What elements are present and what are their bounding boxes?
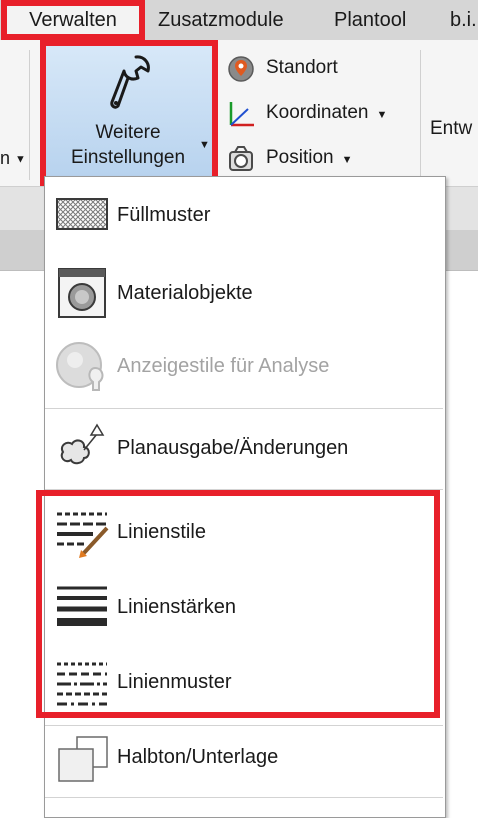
- line-weights-icon: [57, 586, 107, 626]
- weitere-einstellungen-button[interactable]: Weitere Einstellungen ▼: [40, 40, 218, 186]
- position-icon: [229, 146, 253, 171]
- partial-label: n: [0, 148, 11, 168]
- chevron-down-icon: ▼: [376, 109, 388, 121]
- location-icon: [228, 56, 254, 82]
- chevron-down-icon: ▼: [199, 139, 210, 151]
- fill-pattern-icon: [56, 198, 108, 230]
- button-label-line1: Weitere: [95, 122, 161, 143]
- menu-item-halbton-unterlage[interactable]: Halbton/Unterlage: [45, 721, 443, 793]
- halftone-underlay-icon: [58, 736, 108, 782]
- tab-verwalten[interactable]: Verwalten: [1, 0, 145, 40]
- menu-separator: [45, 797, 443, 798]
- menu-item-label: Linienstile: [117, 521, 206, 543]
- menu-item-label: Anzeigestile für Analyse: [117, 355, 330, 377]
- menu-item-label: Halbton/Unterlage: [117, 746, 279, 768]
- menu-item-label: Linienmuster: [117, 671, 232, 693]
- menu-item-materialobjekte[interactable]: Materialobjekte: [45, 257, 443, 329]
- ribbon-separator: [29, 50, 30, 180]
- material-objects-icon: [58, 268, 106, 318]
- ribbon-partial-label-right[interactable]: Entw: [430, 118, 472, 140]
- coordinates-icon: [229, 102, 254, 127]
- menu-separator: [45, 489, 443, 490]
- chevron-down-icon: ▼: [341, 154, 353, 166]
- menu-item-linienstaerken[interactable]: Linienstärken: [45, 571, 443, 643]
- line-styles-icon: [57, 512, 109, 558]
- menu-item-label: Füllmuster: [117, 204, 211, 226]
- tab-bi[interactable]: b.i.: [450, 0, 477, 40]
- ribbon-tab-bar: Verwalten Zusatzmodule Plantool b.i.: [0, 0, 478, 41]
- menu-item-label: Linienstärken: [117, 596, 236, 618]
- menu-item-fuellmuster[interactable]: Füllmuster: [45, 179, 443, 251]
- button-label-line2: Einstellungen: [70, 147, 186, 168]
- menu-item-linienstile[interactable]: Linienstile: [45, 496, 443, 568]
- standort-label: Standort: [266, 57, 338, 78]
- wrench-icon: [110, 55, 150, 109]
- analysis-display-styles-icon: [56, 342, 104, 391]
- tab-zusatzmodule[interactable]: Zusatzmodule: [158, 0, 284, 40]
- tab-plantool[interactable]: Plantool: [334, 0, 406, 40]
- weitere-einstellungen-menu: Füllmuster Materialobjekte Anzeigestile …: [44, 176, 446, 818]
- chevron-down-icon: ▼: [15, 153, 26, 166]
- menu-item-planausgabe-aenderungen[interactable]: Planausgabe/Änderungen: [45, 412, 443, 484]
- koordinaten-label: Koordinaten: [266, 102, 369, 123]
- ribbon-partial-button-left[interactable]: n ▼: [0, 148, 26, 169]
- line-patterns-icon: [57, 662, 107, 706]
- menu-separator: [45, 408, 443, 409]
- menu-item-label: Planausgabe/Änderungen: [117, 437, 349, 459]
- menu-item-label: Materialobjekte: [117, 282, 253, 304]
- menu-item-linienmuster[interactable]: Linienmuster: [45, 646, 443, 718]
- sheet-revisions-icon: [60, 423, 105, 465]
- menu-item-anzeigestile-analyse: Anzeigestile für Analyse: [45, 330, 443, 402]
- ribbon-separator: [420, 50, 421, 180]
- position-label: Position: [266, 147, 334, 168]
